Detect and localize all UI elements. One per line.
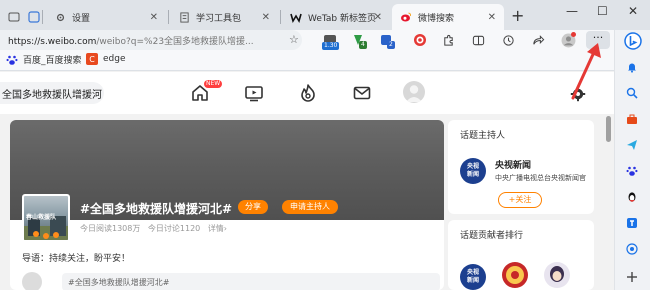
video-icon[interactable] bbox=[244, 83, 264, 103]
topic-stats: 今日阅读1308万 今日讨论1120 详情› bbox=[80, 223, 232, 234]
address-host: https://s.weibo.com bbox=[8, 37, 97, 47]
page-scrollbar[interactable] bbox=[604, 114, 614, 290]
tab-separator bbox=[42, 10, 43, 24]
maximize-icon[interactable]: ☐ bbox=[597, 4, 608, 18]
tab-title: 设置 bbox=[72, 13, 91, 24]
topic-thumbnail: 春山救援队 bbox=[22, 194, 70, 242]
address-bar[interactable]: https://s.weibo.com/weibo?q=%23全国多地救援队增援… bbox=[0, 30, 302, 50]
notifications-bell-icon[interactable] bbox=[625, 60, 639, 74]
user-avatar[interactable] bbox=[403, 81, 425, 103]
baidu-paw-icon bbox=[6, 54, 18, 66]
reads-count: 今日阅读1308万 bbox=[80, 224, 141, 233]
bookmarks-bar: 百度_百度搜索 C edge bbox=[0, 50, 614, 71]
contributor-emblem-avatar[interactable] bbox=[502, 262, 528, 288]
tab-learning-toolkit[interactable]: 学习工具包 ✕ bbox=[170, 4, 278, 30]
apply-host-button[interactable]: 申请主持人 bbox=[282, 200, 338, 214]
wetab-icon bbox=[290, 11, 302, 23]
tab-bar: 设置 ✕ 学习工具包 ✕ WeTab 新标签页 ✕ 微博搜索 ✕ + — ☐ ✕ bbox=[0, 0, 650, 30]
annotation-arrow-icon bbox=[571, 43, 601, 100]
games-icon[interactable] bbox=[625, 242, 639, 256]
tab-wetab[interactable]: WeTab 新标签页 ✕ bbox=[282, 4, 390, 30]
weibo-header: 全国多地救援队增援河 NEW bbox=[0, 72, 614, 114]
tab-separator bbox=[280, 10, 281, 24]
shopping-t-icon[interactable] bbox=[625, 216, 639, 230]
close-tab-icon[interactable]: ✕ bbox=[488, 12, 496, 23]
cctv-news-logo[interactable]: 央视 新闻 bbox=[460, 158, 486, 184]
tab-title: 学习工具包 bbox=[196, 13, 242, 24]
panel-title: 话题主持人 bbox=[460, 131, 506, 141]
host-name[interactable]: 央视新闻 bbox=[495, 158, 531, 171]
main-content: 春山救援队 #全国多地救援队增援河北# 分享 申请主持人 今日阅读1308万 今… bbox=[0, 114, 604, 290]
details-link[interactable]: 详情› bbox=[208, 224, 227, 233]
follow-button[interactable]: +关注 bbox=[498, 192, 542, 208]
extension-badge: 4 bbox=[359, 41, 367, 49]
notification-dot bbox=[571, 32, 576, 37]
baidu-paw-icon[interactable] bbox=[625, 164, 639, 178]
host-description: 中央广播电视总台央视新闻官 bbox=[495, 174, 586, 182]
add-sidebar-app-icon[interactable] bbox=[625, 270, 639, 284]
discussion-count: 今日讨论1120 bbox=[147, 224, 201, 233]
workspaces-icon bbox=[28, 11, 40, 23]
toolbox-icon[interactable] bbox=[625, 112, 639, 126]
close-tab-icon[interactable]: ✕ bbox=[262, 12, 270, 23]
extension-green-icon[interactable]: 4 bbox=[350, 32, 367, 49]
weibo-search-input[interactable]: 全国多地救援队增援河 bbox=[0, 82, 104, 104]
contributor-anime-avatar[interactable] bbox=[544, 262, 570, 288]
topic-title: #全国多地救援队增援河北# bbox=[80, 202, 233, 216]
extension-blue-icon[interactable]: 2 bbox=[378, 32, 395, 49]
tab-weibo-search[interactable]: 微博搜索 ✕ bbox=[392, 4, 504, 30]
contributor-cctv-logo[interactable]: 央视 新闻 bbox=[460, 264, 486, 290]
hot-flame-icon[interactable] bbox=[298, 83, 318, 103]
split-screen-icon[interactable] bbox=[470, 32, 486, 48]
bookmark-label: edge bbox=[103, 54, 126, 64]
history-icon[interactable] bbox=[500, 32, 516, 48]
tab-title: WeTab 新标签页 bbox=[308, 13, 377, 24]
close-tab-icon[interactable]: ✕ bbox=[150, 12, 158, 23]
thumbnail-caption: 春山救援队 bbox=[26, 214, 57, 221]
search-query: 全国多地救援队增援河 bbox=[2, 90, 102, 101]
extension-badge-icon[interactable]: 1.30 bbox=[322, 32, 340, 50]
qq-penguin-icon[interactable] bbox=[625, 190, 639, 204]
tab-settings[interactable]: 设置 ✕ bbox=[46, 4, 166, 30]
toolbar: https://s.weibo.com/weibo?q=%23全国多地救援队增援… bbox=[0, 30, 614, 50]
close-window-icon[interactable]: ✕ bbox=[628, 4, 638, 18]
paper-plane-icon[interactable] bbox=[625, 138, 639, 152]
bookmark-label: 百度_百度搜索 bbox=[23, 56, 82, 66]
doc-icon bbox=[178, 11, 190, 23]
favorite-star-icon[interactable]: ☆ bbox=[289, 33, 299, 46]
share-icon[interactable] bbox=[530, 32, 546, 48]
comment-input[interactable]: #全国多地救援队增援河北# bbox=[62, 273, 440, 290]
extensions-puzzle-icon[interactable] bbox=[440, 32, 456, 48]
tab-separator bbox=[168, 10, 169, 24]
topic-card: 春山救援队 #全国多地救援队增援河北# 分享 申请主持人 今日阅读1308万 今… bbox=[10, 120, 444, 290]
bookmark-baidu[interactable]: 百度_百度搜索 bbox=[6, 53, 82, 66]
extension-badge: 2 bbox=[387, 41, 395, 49]
close-tab-icon[interactable]: ✕ bbox=[374, 12, 382, 23]
share-button[interactable]: 分享 bbox=[238, 200, 268, 214]
commenter-avatar bbox=[22, 272, 42, 290]
tab-actions-icon bbox=[8, 11, 20, 23]
gear-icon bbox=[54, 11, 66, 23]
search-icon[interactable] bbox=[625, 86, 639, 100]
comment-composer: #全国多地救援队增援河北# bbox=[22, 272, 440, 290]
address-path: /weibo?q=%23全国多地救援队增援... bbox=[96, 37, 254, 47]
topic-host-panel: 话题主持人 央视 新闻 央视新闻 中央广播电视总台央视新闻官 +关注 bbox=[448, 120, 594, 214]
edge-sidebar bbox=[614, 30, 650, 290]
minimize-icon[interactable]: — bbox=[566, 4, 578, 18]
bookmark-edge[interactable]: C edge bbox=[86, 53, 126, 65]
topic-contributors-panel: 话题贡献者排行 央视 新闻 bbox=[448, 220, 594, 290]
extension-badge: 1.30 bbox=[322, 42, 340, 50]
bing-copilot-icon[interactable] bbox=[624, 32, 642, 50]
weibo-icon bbox=[400, 11, 412, 23]
new-badge: NEW bbox=[204, 80, 223, 88]
workspaces-button[interactable] bbox=[20, 4, 40, 30]
tab-title: 微博搜索 bbox=[418, 13, 455, 24]
new-tab-button[interactable]: + bbox=[511, 6, 524, 25]
panel-title: 话题贡献者排行 bbox=[460, 231, 524, 241]
edge-c-icon: C bbox=[86, 53, 98, 65]
mail-icon[interactable] bbox=[352, 83, 372, 103]
scrollbar-thumb[interactable] bbox=[606, 116, 611, 142]
extension-target-icon[interactable] bbox=[412, 32, 428, 48]
topic-intro: 导语：持续关注，盼平安！ bbox=[22, 254, 131, 264]
